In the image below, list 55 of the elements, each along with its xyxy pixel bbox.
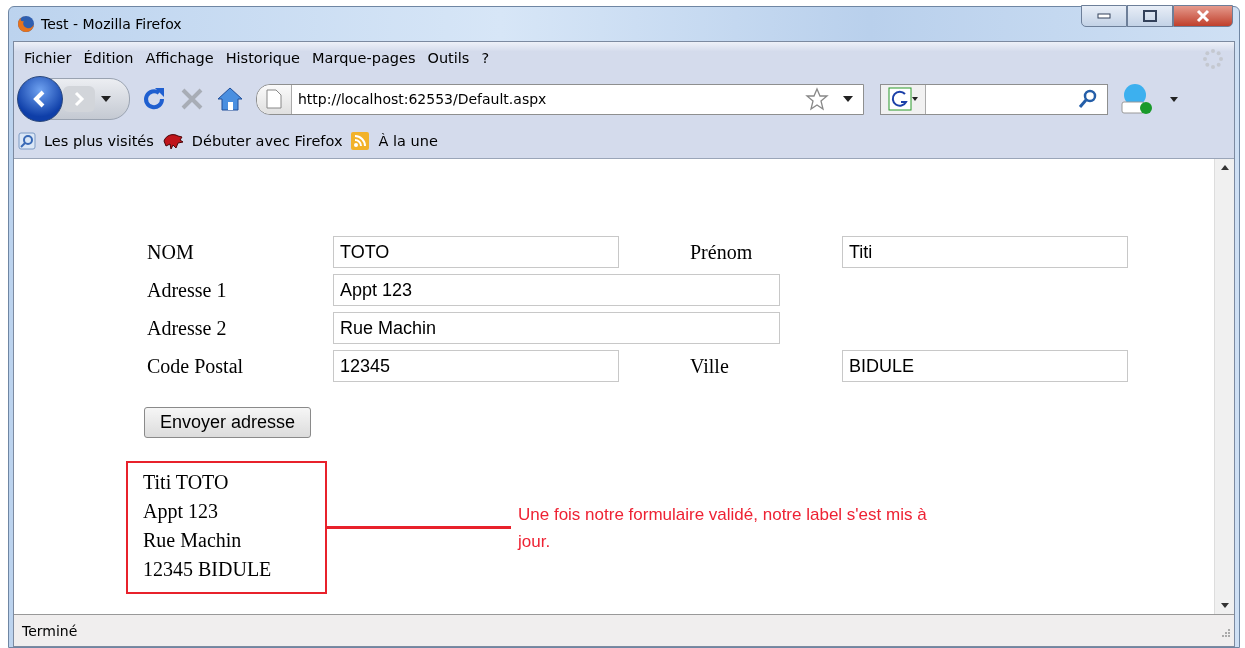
menu-item[interactable]: Édition bbox=[79, 50, 142, 66]
address-bar[interactable]: http://localhost:62553/Default.aspx bbox=[256, 83, 864, 115]
window-title: Test - Mozilla Firefox bbox=[41, 16, 182, 32]
menu-item[interactable]: Outils bbox=[423, 50, 478, 66]
menu-item[interactable]: Fichier bbox=[20, 50, 80, 66]
field-label: Code Postal bbox=[147, 354, 244, 377]
text-input[interactable]: Rue Machin bbox=[333, 312, 780, 344]
search-icon[interactable] bbox=[1077, 88, 1099, 110]
text-input[interactable]: Titi bbox=[842, 236, 1128, 268]
text-input[interactable]: TOTO bbox=[333, 236, 619, 268]
maximize-button[interactable] bbox=[1127, 5, 1173, 27]
menu-item[interactable]: Affichage bbox=[141, 50, 222, 66]
output-line: Titi TOTO bbox=[143, 470, 230, 495]
output-line: Appt 123 bbox=[143, 499, 219, 525]
menu-item[interactable]: Historique bbox=[221, 50, 309, 66]
bookmark-link[interactable]: À la une bbox=[376, 133, 440, 149]
back-button[interactable] bbox=[17, 76, 63, 122]
scroll-down-icon[interactable] bbox=[1220, 603, 1229, 608]
output-line: Rue Machin bbox=[143, 528, 243, 553]
throbber-icon bbox=[1202, 48, 1224, 70]
minimize-icon bbox=[1097, 13, 1111, 19]
field-label: Adresse 1 bbox=[147, 278, 227, 301]
output-line: 12345 BIDULE bbox=[143, 557, 273, 582]
page-icon bbox=[266, 89, 282, 109]
menu-item[interactable]: Marque-pages bbox=[308, 50, 424, 66]
address-field[interactable]: http://localhost:62553/Default.aspx bbox=[292, 91, 805, 107]
rss-feed-icon bbox=[350, 131, 371, 151]
scrollbar[interactable] bbox=[1214, 159, 1234, 614]
submit-button[interactable]: Envoyer adresse bbox=[144, 407, 312, 438]
menu-item[interactable]: ? bbox=[477, 50, 498, 66]
search-field[interactable] bbox=[880, 83, 1108, 115]
scroll-up-icon[interactable] bbox=[1220, 165, 1229, 170]
bookmark-link[interactable]: Les plus visités bbox=[42, 133, 156, 149]
dropdown-arrow-icon[interactable] bbox=[843, 96, 853, 102]
skype-icon[interactable] bbox=[1118, 82, 1154, 116]
field-label: NOM bbox=[147, 240, 194, 263]
maximize-icon bbox=[1143, 10, 1157, 22]
text-input[interactable]: Appt 123 bbox=[333, 274, 780, 306]
star-icon[interactable] bbox=[805, 87, 829, 111]
close-icon bbox=[1195, 9, 1211, 23]
magnifier-icon bbox=[18, 132, 36, 150]
home-icon[interactable] bbox=[216, 86, 244, 112]
text-input[interactable]: BIDULE bbox=[842, 350, 1128, 382]
text-input[interactable]: 12345 bbox=[333, 350, 619, 382]
bookmark-link[interactable]: Débuter avec Firefox bbox=[189, 133, 345, 149]
status-text: Terminé bbox=[22, 622, 78, 639]
field-label: Prénom bbox=[690, 240, 753, 263]
dropdown-arrow-icon[interactable] bbox=[1170, 96, 1178, 102]
dropdown-arrow-icon[interactable] bbox=[101, 96, 111, 102]
close-button[interactable] bbox=[1173, 5, 1233, 27]
field-label: Adresse 2 bbox=[147, 316, 227, 339]
field-label: Ville bbox=[690, 354, 729, 377]
firefox-logo-icon bbox=[17, 15, 35, 33]
google-g-icon[interactable] bbox=[888, 87, 918, 111]
annotation-text: Une fois notre formulaire validé, notre label s'est mis à jour. bbox=[518, 503, 928, 553]
